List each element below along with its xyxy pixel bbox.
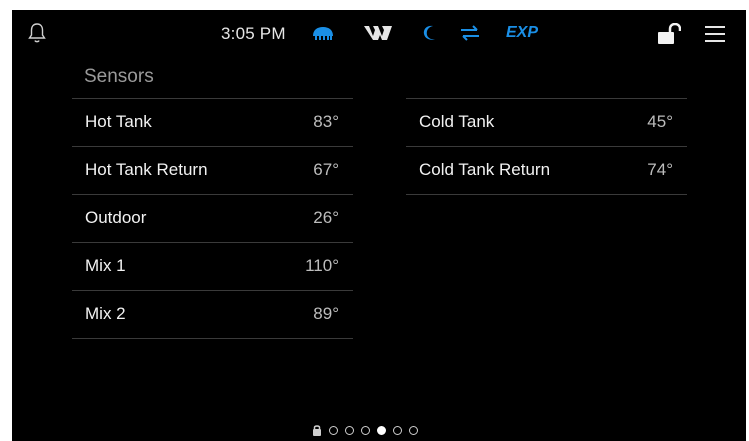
sensor-label: Mix 1 [85, 256, 126, 275]
sensor-value: 110° [305, 256, 339, 275]
clock-time: 3:05 PM [221, 24, 286, 43]
sensor-list-right: Cold Tank 45° Cold Tank Return 74° [406, 98, 687, 195]
unlock-icon[interactable] [657, 23, 681, 45]
page-title: Sensors [84, 66, 154, 87]
flame-icon[interactable] [311, 24, 335, 42]
sensor-label: Hot Tank Return [85, 160, 208, 179]
sensor-row-outdoor[interactable]: Outdoor 26° [72, 194, 353, 242]
page-dot[interactable] [329, 425, 338, 435]
sensor-value: 89° [313, 304, 339, 323]
sensor-label: Cold Tank [419, 112, 495, 131]
lock-page-icon[interactable] [312, 424, 322, 436]
bell-icon[interactable] [27, 22, 47, 44]
sensor-label: Outdoor [85, 208, 147, 227]
sensor-list-left: Hot Tank 83° Hot Tank Return 67° Outdoor… [72, 98, 353, 339]
sensor-row-hot-tank-return[interactable]: Hot Tank Return 67° [72, 146, 353, 194]
brand-w-icon [364, 26, 392, 40]
swap-arrows-icon[interactable] [459, 24, 481, 42]
page-dot[interactable] [409, 425, 418, 435]
sensor-value: 45° [647, 112, 673, 131]
exp-mode-label[interactable]: EXP [506, 24, 538, 42]
sensor-row-hot-tank[interactable]: Hot Tank 83° [72, 98, 353, 146]
page-dot[interactable] [393, 425, 402, 435]
sensor-value: 26° [313, 208, 339, 227]
sensor-value: 83° [313, 112, 339, 131]
page-dot-active[interactable] [377, 425, 386, 435]
sensor-row-mix-1[interactable]: Mix 1 110° [72, 242, 353, 290]
menu-icon[interactable] [705, 25, 725, 43]
sensor-value: 74° [647, 160, 673, 179]
sensor-label: Hot Tank [85, 112, 152, 131]
sensor-row-cold-tank[interactable]: Cold Tank 45° [406, 98, 687, 146]
sensor-value: 67° [313, 160, 339, 179]
moon-icon[interactable] [422, 24, 438, 42]
sensor-row-mix-2[interactable]: Mix 2 89° [72, 290, 353, 339]
thermostat-screen: 3:05 PM EXP Sensors Hot Tank 83° Hot Tan [12, 10, 746, 441]
sensor-label: Cold Tank Return [419, 160, 551, 179]
sensor-row-cold-tank-return[interactable]: Cold Tank Return 74° [406, 146, 687, 195]
page-dot[interactable] [345, 425, 354, 435]
page-dot[interactable] [361, 425, 370, 435]
sensor-label: Mix 2 [85, 304, 126, 323]
page-indicator [312, 423, 418, 437]
